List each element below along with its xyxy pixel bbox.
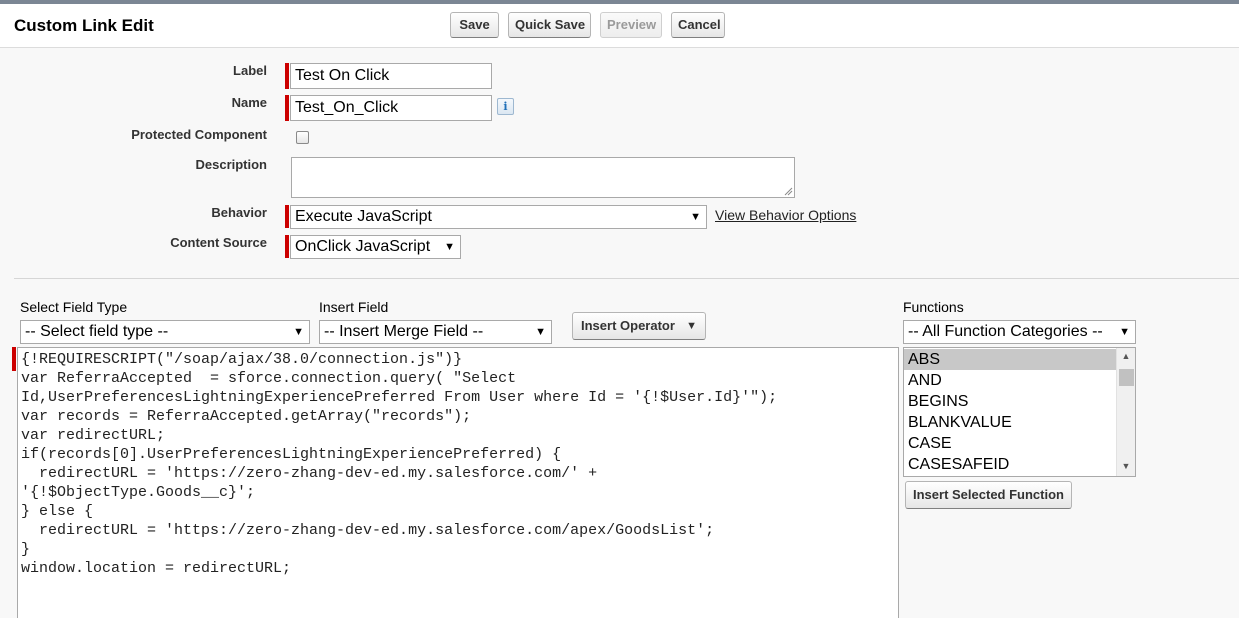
insert-operator-label: Insert Operator (581, 318, 675, 333)
behavior-select[interactable]: Execute JavaScript ▼ (290, 205, 707, 229)
functions-scrollbar[interactable]: ▲ ▼ (1116, 348, 1135, 476)
select-field-type-label: Select Field Type (20, 299, 128, 315)
insert-field-label: Insert Field (319, 299, 389, 315)
dropdown-arrow-icon: ▼ (535, 326, 546, 338)
quick-save-button[interactable]: Quick Save (508, 12, 591, 38)
cancel-button[interactable]: Cancel (671, 12, 725, 38)
code-text: {!REQUIRESCRIPT("/soap/ajax/38.0/connect… (21, 351, 778, 577)
function-item-begins[interactable]: BEGINS (904, 391, 1116, 412)
behavior-select-value: Execute JavaScript (295, 208, 432, 225)
content-source-label: Content Source (170, 235, 267, 250)
content-source-select[interactable]: OnClick JavaScript ▼ (290, 235, 461, 259)
dropdown-arrow-icon: ▼ (444, 241, 455, 253)
dropdown-arrow-icon: ▼ (690, 211, 701, 223)
content-source-select-value: OnClick JavaScript (295, 238, 431, 255)
function-category-select[interactable]: -- All Function Categories -- ▼ (903, 320, 1136, 344)
insert-selected-function-button[interactable]: Insert Selected Function (905, 481, 1072, 509)
description-textarea[interactable] (291, 157, 795, 198)
required-indicator (285, 205, 289, 228)
behavior-label: Behavior (211, 205, 267, 220)
insert-field-select[interactable]: -- Insert Merge Field -- ▼ (319, 320, 552, 344)
save-button[interactable]: Save (450, 12, 499, 38)
form-labels: Label Name Protected Component Descripti… (0, 0, 267, 270)
scroll-thumb[interactable] (1119, 369, 1134, 386)
section-divider (14, 278, 1239, 279)
function-item-blankvalue[interactable]: BLANKVALUE (904, 412, 1116, 433)
dropdown-arrow-icon: ▼ (293, 326, 304, 338)
info-icon[interactable]: i (497, 98, 514, 115)
required-indicator (12, 347, 16, 371)
functions-label: Functions (903, 299, 964, 315)
insert-field-select-value: -- Insert Merge Field -- (324, 323, 484, 340)
label-input[interactable]: Test On Click (290, 63, 492, 89)
protected-component-label: Protected Component (131, 127, 267, 142)
name-input[interactable]: Test_On_Click (290, 95, 492, 121)
protected-component-checkbox[interactable] (296, 131, 309, 144)
required-indicator (285, 63, 289, 89)
function-item-abs[interactable]: ABS (904, 349, 1116, 370)
function-item-casesafeid[interactable]: CASESAFEID (904, 454, 1116, 475)
field-type-select[interactable]: -- Select field type -- ▼ (20, 320, 310, 344)
label-field-label: Label (233, 63, 267, 78)
dropdown-arrow-icon: ▼ (1119, 326, 1130, 338)
functions-listbox[interactable]: ABS AND BEGINS BLANKVALUE CASE CASESAFEI… (903, 347, 1136, 477)
scroll-up-icon[interactable]: ▲ (1117, 348, 1135, 365)
resize-grip-icon[interactable] (784, 187, 793, 196)
function-item-case[interactable]: CASE (904, 433, 1116, 454)
function-item-and[interactable]: AND (904, 370, 1116, 391)
dropdown-arrow-icon: ▼ (686, 320, 697, 332)
formula-code-editor[interactable]: {!REQUIRESCRIPT("/soap/ajax/38.0/connect… (17, 347, 899, 618)
description-label: Description (195, 157, 267, 172)
function-category-select-value: -- All Function Categories -- (908, 323, 1103, 340)
preview-button[interactable]: Preview (600, 12, 662, 38)
insert-operator-button[interactable]: Insert Operator ▼ (572, 312, 706, 340)
required-indicator (285, 235, 289, 258)
name-field-label: Name (231, 95, 267, 110)
view-behavior-options-link[interactable]: View Behavior Options (715, 207, 856, 223)
field-type-select-value: -- Select field type -- (25, 323, 169, 340)
required-indicator (285, 95, 289, 121)
scroll-down-icon[interactable]: ▼ (1117, 458, 1135, 475)
